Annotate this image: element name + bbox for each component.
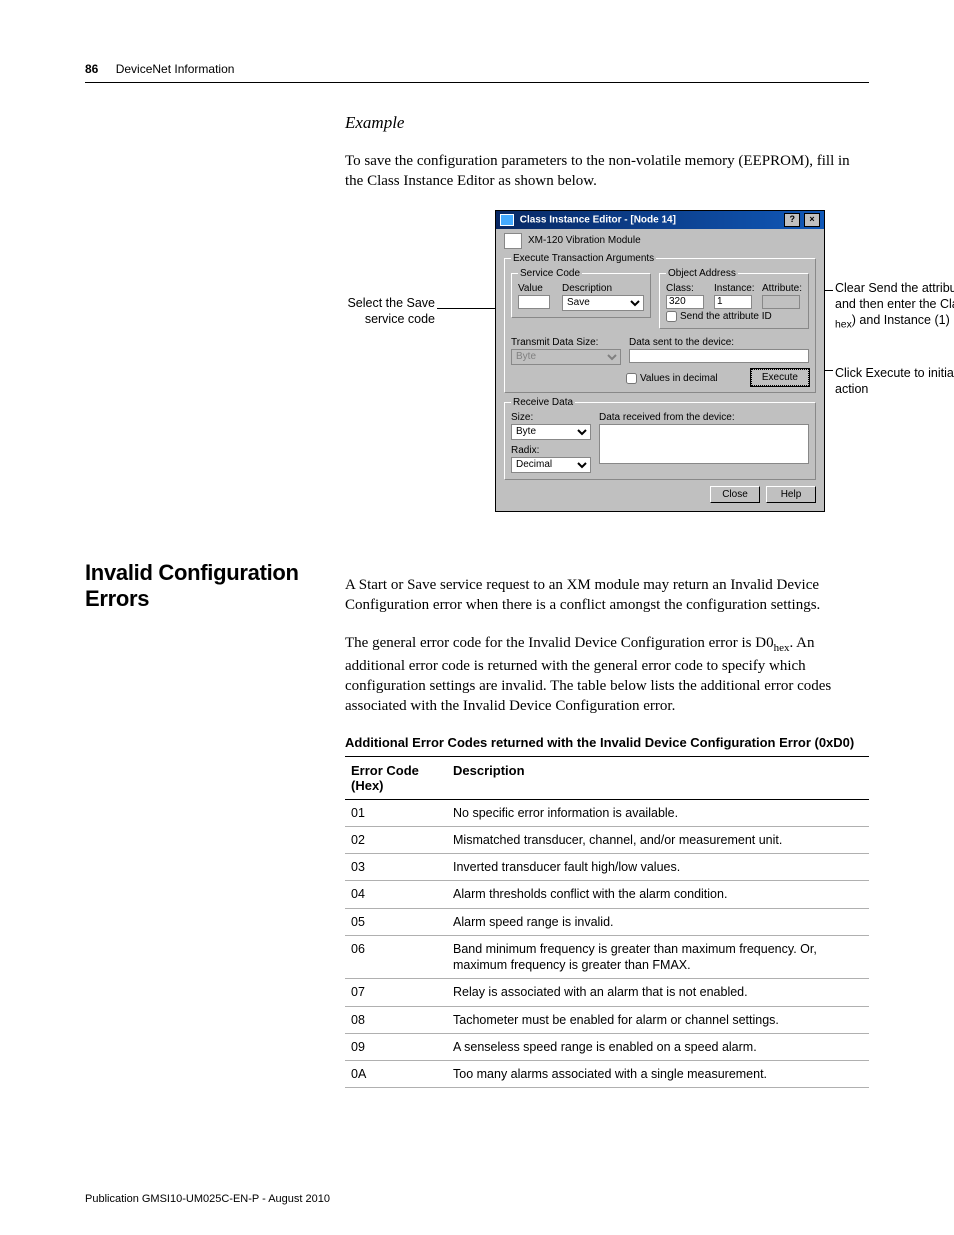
exec-args-legend: Execute Transaction Arguments	[511, 253, 656, 264]
header-section: DeviceNet Information	[116, 62, 235, 76]
description-label: Description	[562, 283, 644, 294]
error-code-cell: 03	[345, 854, 447, 881]
table-row: 02Mismatched transducer, channel, and/or…	[345, 826, 869, 853]
invalid-config-heading: Invalid Configuration Errors	[85, 560, 333, 612]
dialog-titlebar: Class Instance Editor - [Node 14] ? ×	[496, 211, 824, 229]
table-row: 0AToo many alarms associated with a sing…	[345, 1061, 869, 1088]
error-code-cell: 07	[345, 979, 447, 1006]
callout-right-1: Clear Send the attribute ID and then ent…	[835, 280, 954, 333]
error-desc-cell: Band minimum frequency is greater than m…	[447, 935, 869, 979]
error-desc-cell: Mismatched transducer, channel, and/or m…	[447, 826, 869, 853]
class-input[interactable]	[666, 295, 704, 309]
data-received-textarea	[599, 424, 809, 464]
page-number: 86	[85, 62, 98, 76]
error-code-cell: 01	[345, 799, 447, 826]
service-value-input[interactable]	[518, 295, 550, 309]
size-select[interactable]: Byte	[511, 424, 591, 440]
help-icon[interactable]: ?	[784, 213, 800, 227]
example-heading: Example	[345, 113, 869, 133]
close-icon[interactable]: ×	[804, 213, 820, 227]
tx-size-label: Transmit Data Size:	[511, 337, 621, 348]
value-label: Value	[518, 283, 554, 294]
radix-select[interactable]: Decimal	[511, 457, 591, 473]
page-header: 86 DeviceNet Information	[85, 60, 869, 83]
app-icon	[500, 214, 514, 226]
error-code-cell: 08	[345, 1006, 447, 1033]
table-header-code: Error Code (Hex)	[345, 756, 447, 799]
data-sent-input[interactable]	[629, 349, 809, 363]
data-received-label: Data received from the device:	[599, 412, 809, 423]
attribute-label: Attribute:	[762, 283, 802, 294]
tx-size-select: Byte	[511, 349, 621, 365]
error-desc-cell: No specific error information is availab…	[447, 799, 869, 826]
instance-label: Instance:	[714, 283, 754, 294]
example-intro: To save the configuration parameters to …	[345, 151, 869, 192]
error-code-cell: 09	[345, 1033, 447, 1060]
error-code-cell: 05	[345, 908, 447, 935]
close-button[interactable]: Close	[710, 486, 760, 503]
error-desc-cell: Too many alarms associated with a single…	[447, 1061, 869, 1088]
footer-publication: Publication GMSI10-UM025C-EN-P - August …	[85, 1193, 330, 1205]
invalid-config-para2: The general error code for the Invalid D…	[345, 633, 869, 717]
data-sent-label: Data sent to the device:	[629, 337, 809, 348]
description-select[interactable]: Save	[562, 295, 644, 311]
receive-data-group: Receive Data Size: Byte Radix: Decimal	[504, 397, 816, 480]
table-row: 01No specific error information is avail…	[345, 799, 869, 826]
invalid-config-para1: A Start or Save service request to an XM…	[345, 575, 869, 616]
attribute-input	[762, 295, 800, 309]
table-header-desc: Description	[447, 756, 869, 799]
send-attribute-checkbox[interactable]	[666, 311, 677, 322]
callout-left: Select the Save service code	[305, 295, 435, 328]
table-row: 06Band minimum frequency is greater than…	[345, 935, 869, 979]
table-row: 04Alarm thresholds conflict with the ala…	[345, 881, 869, 908]
error-desc-cell: Alarm thresholds conflict with the alarm…	[447, 881, 869, 908]
radix-label: Radix:	[511, 445, 591, 456]
error-desc-cell: Alarm speed range is invalid.	[447, 908, 869, 935]
size-label: Size:	[511, 412, 591, 423]
error-table-title: Additional Error Codes returned with the…	[345, 735, 869, 750]
table-row: 08Tachometer must be enabled for alarm o…	[345, 1006, 869, 1033]
table-row: 05Alarm speed range is invalid.	[345, 908, 869, 935]
class-instance-editor-dialog: Class Instance Editor - [Node 14] ? × XM…	[495, 210, 825, 512]
module-name: XM-120 Vibration Module	[528, 235, 641, 246]
dialog-title: Class Instance Editor - [Node 14]	[520, 214, 676, 225]
class-label: Class:	[666, 283, 706, 294]
error-code-table: Error Code (Hex) Description 01No specif…	[345, 756, 869, 1089]
error-code-cell: 0A	[345, 1061, 447, 1088]
error-code-cell: 04	[345, 881, 447, 908]
help-button[interactable]: Help	[766, 486, 816, 503]
instance-input[interactable]	[714, 295, 752, 309]
service-code-group: Service Code Value Description	[511, 268, 651, 318]
object-address-group: Object Address Class: Instance:	[659, 268, 809, 329]
error-desc-cell: A senseless speed range is enabled on a …	[447, 1033, 869, 1060]
send-attribute-label: Send the attribute ID	[680, 311, 772, 322]
error-desc-cell: Relay is associated with an alarm that i…	[447, 979, 869, 1006]
error-desc-cell: Inverted transducer fault high/low value…	[447, 854, 869, 881]
table-row: 03Inverted transducer fault high/low val…	[345, 854, 869, 881]
callout-right-2: Click Execute to initiate the action	[835, 365, 954, 398]
values-decimal-checkbox[interactable]	[626, 373, 637, 384]
error-code-cell: 02	[345, 826, 447, 853]
module-icon	[504, 233, 522, 249]
receive-data-legend: Receive Data	[511, 397, 575, 408]
figure-area: Select the Save service code Clear Send …	[345, 210, 869, 520]
object-address-legend: Object Address	[666, 268, 738, 279]
execute-button[interactable]: Execute	[751, 369, 809, 386]
service-code-legend: Service Code	[518, 268, 582, 279]
values-decimal-label: Values in decimal	[640, 373, 718, 384]
error-code-cell: 06	[345, 935, 447, 979]
table-row: 07Relay is associated with an alarm that…	[345, 979, 869, 1006]
execute-transaction-group: Execute Transaction Arguments Service Co…	[504, 253, 816, 393]
table-row: 09A senseless speed range is enabled on …	[345, 1033, 869, 1060]
error-desc-cell: Tachometer must be enabled for alarm or …	[447, 1006, 869, 1033]
